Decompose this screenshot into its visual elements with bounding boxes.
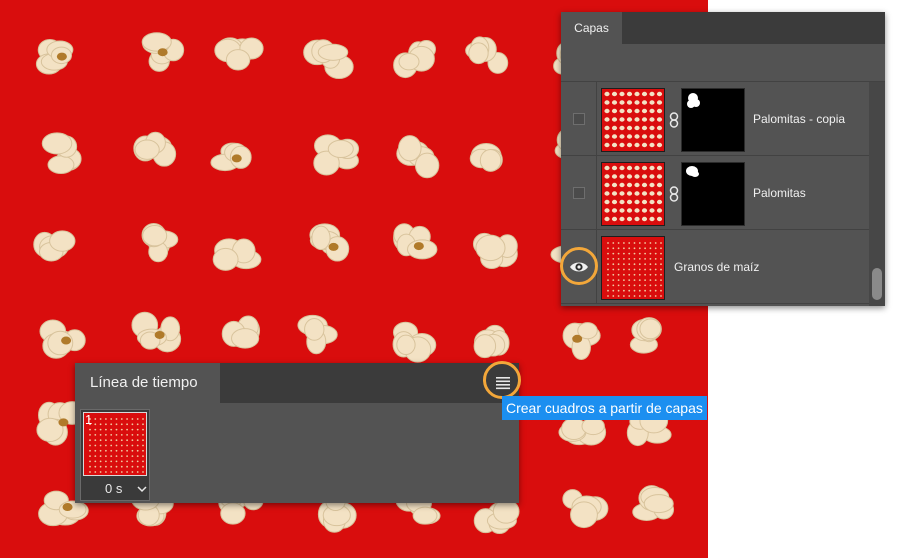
popcorn-kernel [214, 37, 264, 71]
menu-highlight-ring [483, 361, 521, 399]
tab-layers[interactable]: Capas [561, 12, 622, 44]
layers-tab-bar: Capas [561, 12, 885, 44]
popcorn-kernel [465, 36, 509, 74]
popcorn-kernel [221, 315, 261, 349]
tab-timeline[interactable]: Línea de tiempo [75, 363, 220, 403]
timeline-tab-bar: Línea de tiempo [75, 363, 519, 403]
popcorn-kernel [33, 230, 76, 262]
layers-scrollbar-thumb[interactable] [872, 268, 882, 300]
popcorn-kernel [309, 223, 350, 262]
chevron-down-icon[interactable] [137, 485, 147, 493]
layer-mask-thumbnail[interactable] [681, 88, 745, 152]
tooltip: Crear cuadros a partir de capas [502, 396, 707, 420]
visibility-checkbox[interactable] [573, 113, 585, 125]
popcorn-kernel [469, 142, 503, 172]
popcorn-kernel [472, 232, 518, 270]
layer-thumbnail[interactable] [601, 88, 665, 152]
timeline-panel: Línea de tiempo 1 0 s [75, 363, 519, 503]
eye-highlight-ring [560, 247, 598, 285]
visibility-toggle[interactable] [561, 82, 597, 156]
popcorn-thumbnail-image [604, 165, 663, 222]
link-icon[interactable] [669, 186, 679, 202]
layer-thumbnail[interactable] [601, 162, 665, 226]
popcorn-kernel [41, 132, 82, 174]
popcorn-kernel [297, 314, 338, 355]
popcorn-kernel [212, 238, 262, 271]
popcorn-kernel [39, 319, 86, 359]
kernel-thumbnail-image [607, 242, 662, 297]
animation-frame[interactable]: 1 0 s [80, 409, 150, 501]
popcorn-kernel [473, 499, 520, 534]
popcorn-kernel [210, 142, 252, 172]
popcorn-kernel [141, 32, 185, 72]
layers-panel: Capas Palomitas - copia Palomitas Granos… [560, 12, 885, 306]
kernel-thumbnail-image [89, 418, 144, 473]
layer-row-granos-de-maiz[interactable]: Granos de maíz [561, 230, 869, 304]
layers-toolbar [561, 44, 885, 82]
frame-thumbnail[interactable] [83, 412, 147, 476]
popcorn-kernel [396, 135, 440, 179]
layer-name: Palomitas - copia [753, 112, 846, 126]
popcorn-kernel [632, 485, 675, 521]
popcorn-kernel [562, 489, 609, 529]
popcorn-kernel [629, 317, 662, 354]
layer-name: Palomitas [753, 186, 806, 200]
popcorn-kernel [133, 131, 177, 167]
popcorn-kernel [131, 311, 182, 353]
layer-row-palomitas-copia[interactable]: Palomitas - copia [561, 82, 869, 156]
layer-name: Granos de maíz [674, 260, 760, 274]
frame-number: 1 [85, 412, 93, 427]
popcorn-kernel [558, 417, 607, 446]
popcorn-kernel [393, 39, 436, 79]
link-icon[interactable] [669, 112, 679, 128]
popcorn-kernel [141, 222, 179, 263]
layer-thumbnail[interactable] [601, 236, 665, 300]
popcorn-kernel [393, 223, 438, 260]
popcorn-thumbnail-image [604, 91, 663, 148]
popcorn-kernel [562, 322, 601, 360]
visibility-toggle[interactable] [561, 156, 597, 230]
popcorn-kernel [35, 38, 74, 75]
popcorn-kernel [303, 39, 354, 80]
mask-shape-icon [687, 93, 700, 108]
frame-delay[interactable]: 0 s [105, 481, 122, 496]
popcorn-kernel [473, 324, 510, 359]
layer-row-palomitas[interactable]: Palomitas [561, 156, 869, 230]
popcorn-kernel [392, 321, 437, 363]
layer-mask-thumbnail[interactable] [681, 162, 745, 226]
visibility-checkbox[interactable] [573, 187, 585, 199]
popcorn-kernel [313, 134, 360, 176]
mask-shape-icon [686, 166, 699, 177]
